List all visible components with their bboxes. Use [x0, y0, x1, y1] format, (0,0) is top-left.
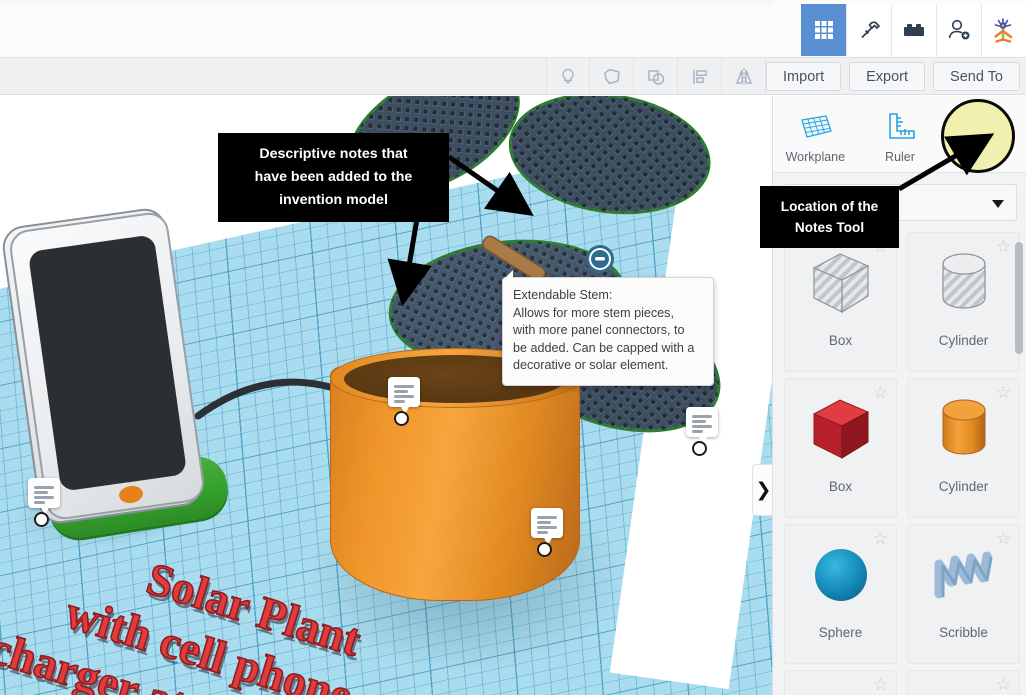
callout-line: Descriptive notes that [259, 146, 408, 162]
note-anchor-dot [394, 411, 409, 426]
shape-label: Sphere [818, 625, 863, 640]
chevron-down-icon [992, 200, 1004, 208]
note-line: with more panel connectors, to [513, 323, 685, 338]
favorite-star-icon[interactable]: ☆ [873, 677, 888, 694]
mirror-icon [735, 68, 752, 85]
note-anchor-dot [34, 512, 49, 527]
favorite-star-icon[interactable]: ☆ [996, 385, 1011, 402]
callout-line: have been added to the [254, 169, 413, 185]
scrollbar-thumb[interactable] [1015, 242, 1023, 354]
note-bubble-icon [531, 508, 563, 538]
align-icon [692, 69, 707, 84]
group-icon-button[interactable] [634, 58, 678, 95]
top-bar-actions [801, 4, 1026, 56]
notes-tool-highlight-ring [941, 99, 1015, 173]
person-add-icon [948, 19, 970, 40]
shape-label: Box [828, 333, 853, 348]
flower-character-icon [994, 18, 1013, 43]
shape-label: Cylinder [938, 333, 989, 348]
note-marker-solar-panel[interactable] [686, 407, 720, 457]
send-to-button[interactable]: Send To [933, 62, 1020, 91]
mirror-icon-button[interactable] [722, 58, 766, 95]
group-icon [647, 69, 664, 85]
note-line: be added. Can be capped with a [513, 340, 695, 355]
shape-card-partial-left[interactable]: ☆ [784, 670, 897, 695]
callout-line: Notes Tool [794, 220, 865, 235]
lightbulb-icon [562, 68, 574, 83]
add-person-button[interactable] [936, 4, 981, 56]
shape-card-partial-right[interactable]: ☆ [907, 670, 1020, 695]
favorite-star-icon[interactable]: ☆ [996, 239, 1011, 256]
note-anchor-dot [537, 542, 552, 557]
note-marker-pot-left[interactable] [388, 377, 422, 427]
favorite-star-icon[interactable]: ☆ [873, 531, 888, 548]
grid-icon [814, 21, 833, 39]
brick-icon [904, 24, 924, 36]
shape-cylinder-hole[interactable]: ☆ Cylinder [907, 232, 1020, 372]
workplane-tool[interactable]: Workplane [780, 105, 850, 164]
shape-box-hole[interactable]: ☆ Box [784, 232, 897, 372]
favorite-star-icon[interactable]: ☆ [996, 531, 1011, 548]
tool-bar: Import Export Send To [0, 58, 1026, 95]
panel-collapse-button[interactable]: ❯ [752, 464, 772, 516]
blocks-button[interactable] [891, 4, 936, 56]
tinkercad-logo-button[interactable] [981, 4, 1026, 56]
shape-box-solid[interactable]: ☆ Box [784, 378, 897, 518]
shape-label: Box [828, 479, 853, 494]
shape-label: Cylinder [938, 479, 989, 494]
import-button[interactable]: Import [766, 62, 842, 91]
note-bubble-icon [28, 478, 60, 508]
note-marker-phone-base[interactable] [28, 478, 62, 528]
favorite-star-icon[interactable]: ☆ [873, 385, 888, 402]
shape-scribble[interactable]: ☆ Scribble [907, 524, 1020, 664]
callout-notes-tool-location: Location of the Notes Tool [760, 186, 899, 248]
note-anchor-dot [692, 441, 707, 456]
note-marker-pot-front[interactable] [531, 508, 565, 558]
callout-notes-description: Descriptive notes that have been added t… [218, 133, 449, 222]
note-bubble-icon [686, 407, 718, 437]
workplane-tool-label: Workplane [785, 149, 846, 164]
tool-bar-text-buttons: Import Export Send To [766, 62, 1020, 91]
open-note-popup[interactable]: Extendable Stem: Allows for more stem pi… [502, 270, 714, 386]
tool-bar-icon-group [546, 58, 766, 95]
lightbulb-icon-button[interactable] [546, 58, 590, 95]
top-strip [0, 0, 772, 4]
note-bubble-icon [388, 377, 420, 407]
note-line: Extendable Stem: [513, 288, 613, 302]
top-bar [0, 0, 1026, 58]
grid-view-button[interactable] [801, 4, 846, 56]
shapes-list[interactable]: ☆ Box ☆ [779, 232, 1026, 695]
shape-label: Scribble [939, 625, 988, 640]
tinkercad-app: Import Export Send To Solar Plant Solar … [0, 0, 1026, 695]
shape-cylinder-solid[interactable]: ☆ Cylinder [907, 378, 1020, 518]
ruler-tool-label: Ruler [885, 149, 915, 164]
hammer-icon [861, 21, 880, 39]
ruler-tool[interactable]: Ruler [865, 105, 935, 164]
ruler-icon [865, 105, 935, 145]
shapes-scrollbar[interactable] [1015, 238, 1023, 694]
shape-sphere[interactable]: ☆ Sphere [784, 524, 897, 664]
shape-icon-button[interactable] [590, 58, 634, 95]
export-button[interactable]: Export [849, 62, 926, 91]
workplane-grid-icon [780, 105, 850, 145]
callout-line: Location of the [780, 199, 879, 214]
align-icon-button[interactable] [678, 58, 722, 95]
note-line: Allows for more stem pieces, [513, 305, 674, 320]
tinker-tools-button[interactable] [846, 4, 891, 56]
note-line: decorative or solar element. [513, 358, 669, 373]
callout-line: invention model [279, 192, 388, 208]
shape-icon [603, 68, 620, 84]
favorite-star-icon[interactable]: ☆ [996, 677, 1011, 694]
